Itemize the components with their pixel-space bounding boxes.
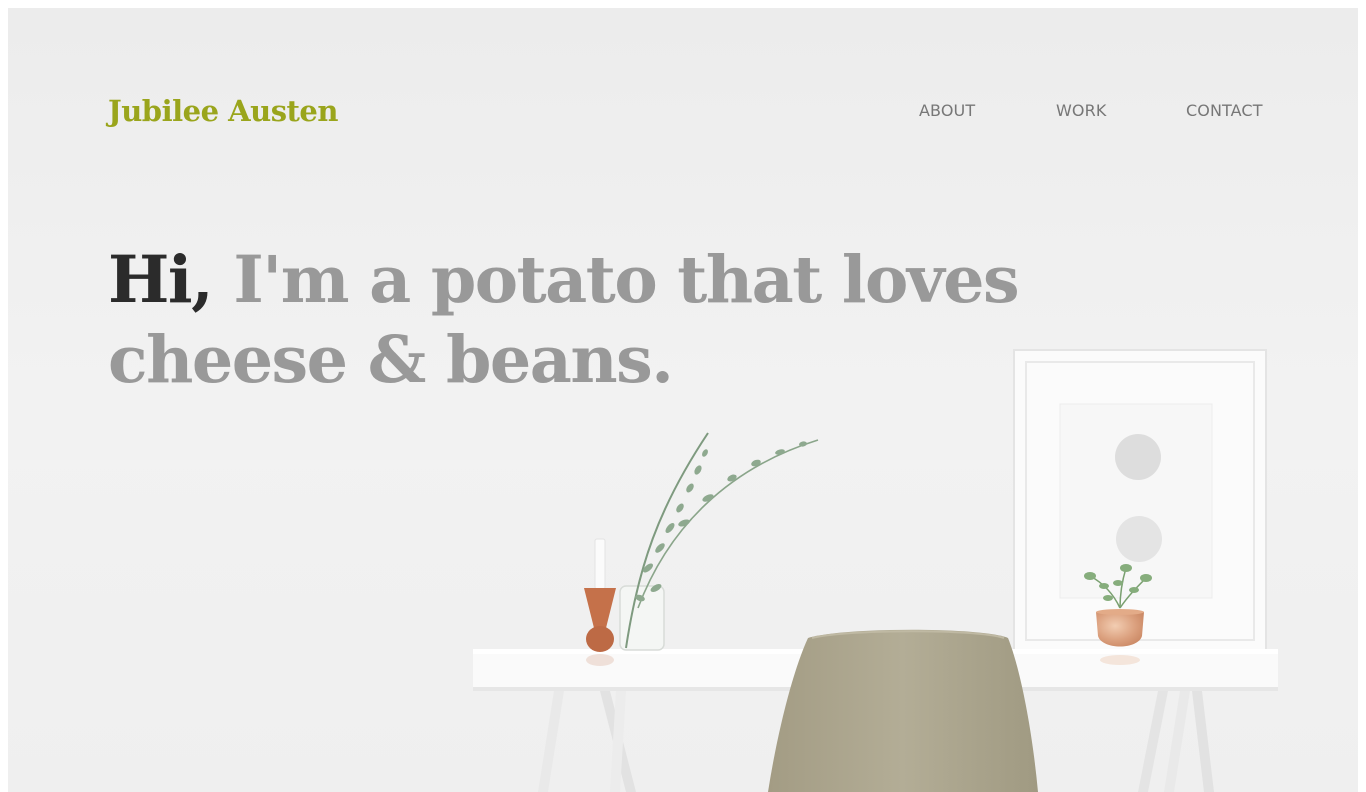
- hero-line-1: I'm a potato that loves: [233, 242, 1019, 318]
- hero-line-2: cheese & beans.: [108, 322, 674, 398]
- chair: [768, 629, 1038, 792]
- hero-headline: Hi, I'm a potato that loves cheese & bea…: [108, 240, 1068, 400]
- hero-section: Jubilee Austen ABOUT WORK CONTACT Hi, I'…: [8, 8, 1358, 792]
- nav-work[interactable]: WORK: [1056, 101, 1106, 120]
- hero-greeting: Hi,: [108, 242, 214, 318]
- nav-about[interactable]: ABOUT: [919, 101, 975, 120]
- nav-contact[interactable]: CONTACT: [1186, 101, 1263, 120]
- main-nav: ABOUT WORK CONTACT: [8, 101, 1358, 125]
